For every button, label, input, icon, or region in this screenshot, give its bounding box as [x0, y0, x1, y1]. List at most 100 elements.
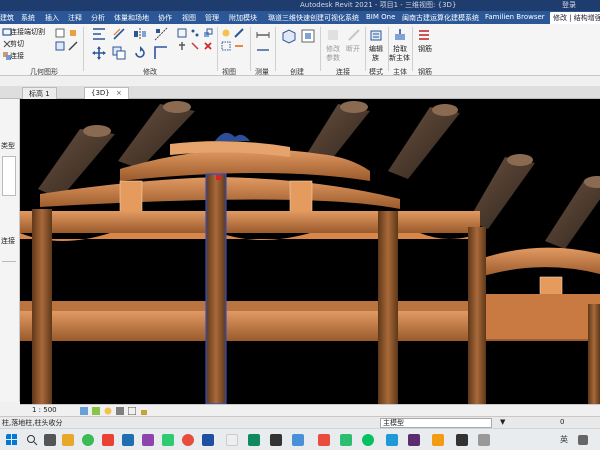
- tab-insert[interactable]: 插入: [45, 13, 59, 23]
- 3d-viewport[interactable]: [20, 99, 600, 404]
- app-icon[interactable]: [340, 434, 352, 446]
- tab-annotate[interactable]: 注释: [68, 13, 82, 23]
- trim-icon[interactable]: [154, 46, 168, 60]
- geometry-group-label: 几何图形: [30, 68, 58, 76]
- view-scale[interactable]: 1 : 500: [32, 406, 57, 414]
- tab-plugin-3d[interactable]: 璐道三维快速创建可视化系统: [268, 13, 359, 23]
- input-language[interactable]: 英: [560, 434, 568, 445]
- move-icon[interactable]: [92, 46, 106, 60]
- word-icon[interactable]: [122, 434, 134, 446]
- paint-icon[interactable]: [68, 28, 78, 38]
- demolish-icon[interactable]: [68, 41, 78, 51]
- pick-host-label-2[interactable]: 新主体: [389, 53, 410, 63]
- sun-path-icon[interactable]: [104, 407, 112, 415]
- search-icon[interactable]: [26, 434, 38, 446]
- linework-icon[interactable]: [234, 41, 244, 51]
- rebar-button-label[interactable]: 钢筋: [418, 44, 432, 54]
- selection-grip[interactable]: [216, 175, 221, 180]
- align-icon[interactable]: [92, 27, 106, 41]
- dimension-icon[interactable]: [256, 44, 270, 56]
- notification-icon[interactable]: [578, 435, 588, 445]
- join-button[interactable]: 连接: [10, 51, 24, 61]
- hide-view-icon[interactable]: [221, 28, 231, 38]
- tab-collaborate[interactable]: 协作: [158, 13, 172, 23]
- tab-massing[interactable]: 体量和场地: [114, 13, 149, 23]
- mirror-icon[interactable]: [133, 27, 147, 41]
- app-icon[interactable]: [270, 434, 282, 446]
- create-part-icon[interactable]: [281, 28, 297, 44]
- measure-icon[interactable]: [256, 28, 270, 42]
- workset-selector[interactable]: 主模型: [380, 418, 492, 428]
- separator: [2, 261, 16, 262]
- edit-family-icon[interactable]: [369, 28, 383, 42]
- view-tab-3d[interactable]: {3D} ×: [84, 87, 129, 99]
- app-icon[interactable]: [182, 434, 194, 446]
- tab-analyze[interactable]: 分析: [91, 13, 105, 23]
- rotate-icon[interactable]: [133, 46, 147, 60]
- tab-system[interactable]: 系统: [21, 13, 35, 23]
- wps-icon[interactable]: [102, 434, 114, 446]
- unpin-icon[interactable]: [190, 41, 200, 51]
- user-login[interactable]: 登录: [562, 0, 576, 10]
- disconnect-icon[interactable]: [347, 28, 361, 42]
- app-icon[interactable]: [478, 434, 490, 446]
- delete-icon[interactable]: [203, 41, 213, 51]
- edit-family-label-2[interactable]: 族: [372, 53, 379, 63]
- app-icon[interactable]: [248, 434, 260, 446]
- blank-icon[interactable]: [226, 434, 238, 446]
- copy-icon[interactable]: [112, 46, 126, 60]
- app-icon[interactable]: [142, 434, 154, 446]
- app-icon[interactable]: [318, 434, 330, 446]
- app-icon[interactable]: [386, 434, 398, 446]
- tab-modify-active[interactable]: 修改 | 结构增强体系: [550, 12, 600, 24]
- ribbon-panel: 连接端切割 剪切 连接 几何图形 修改 视图 测量 创建 修改 参数 断开 连接: [0, 24, 600, 76]
- tab-addins[interactable]: 附加模块: [229, 13, 257, 23]
- task-view-icon[interactable]: [44, 434, 56, 446]
- pin-icon[interactable]: [177, 41, 187, 51]
- close-icon[interactable]: ×: [116, 89, 122, 97]
- chrome-icon[interactable]: [82, 434, 94, 446]
- selection-status: 柱,落地柱,柱头收分: [2, 419, 63, 427]
- structure-model[interactable]: [20, 99, 600, 404]
- array-icon[interactable]: [190, 28, 200, 38]
- override-graphics-icon[interactable]: [234, 28, 244, 38]
- file-explorer-icon[interactable]: [62, 434, 74, 446]
- shadows-icon[interactable]: [116, 407, 124, 415]
- tab-manage[interactable]: 管理: [205, 13, 219, 23]
- lock-3d-icon[interactable]: [140, 407, 148, 415]
- tab-minnan[interactable]: 闽南古建运算化建模系统: [402, 13, 479, 23]
- cut-button[interactable]: 剪切: [10, 39, 24, 49]
- app-icon[interactable]: [456, 434, 468, 446]
- app-icon[interactable]: [432, 434, 444, 446]
- pick-host-icon[interactable]: [393, 28, 407, 42]
- tab-bim-one[interactable]: BIM One: [366, 13, 395, 21]
- wall-join-icon[interactable]: [55, 28, 65, 38]
- tab-view[interactable]: 视图: [182, 13, 196, 23]
- split-face-icon[interactable]: [55, 41, 65, 51]
- revit-icon[interactable]: [202, 434, 214, 446]
- split-icon[interactable]: [177, 28, 187, 38]
- mirror-draw-icon[interactable]: [154, 27, 168, 41]
- tab-familien-browser[interactable]: Familien Browser: [485, 13, 545, 21]
- app-icon[interactable]: [162, 434, 174, 446]
- create-group-icon[interactable]: [300, 28, 316, 44]
- filter-icon[interactable]: ▼: [500, 418, 505, 426]
- view-tab-label: 标高 1: [29, 90, 50, 98]
- tab-architecture[interactable]: 建筑: [0, 13, 14, 23]
- modify-param-icon[interactable]: [326, 28, 340, 42]
- type-selector[interactable]: [2, 156, 16, 196]
- app-icon[interactable]: [292, 434, 304, 446]
- separator: [412, 27, 413, 71]
- wechat-icon[interactable]: [362, 434, 374, 446]
- join-cut-button[interactable]: 连接端切割: [10, 27, 45, 37]
- offset-icon[interactable]: [112, 27, 126, 41]
- selection-box-icon[interactable]: [221, 41, 231, 51]
- app-icon[interactable]: [408, 434, 420, 446]
- rebar-icon[interactable]: [417, 28, 431, 42]
- detail-level-icon[interactable]: [80, 407, 88, 415]
- crop-view-icon[interactable]: [128, 407, 136, 415]
- visual-style-icon[interactable]: [92, 407, 100, 415]
- view-tab-level-1[interactable]: 标高 1: [22, 87, 57, 99]
- scale-icon[interactable]: [203, 28, 213, 38]
- start-icon[interactable]: [6, 434, 18, 446]
